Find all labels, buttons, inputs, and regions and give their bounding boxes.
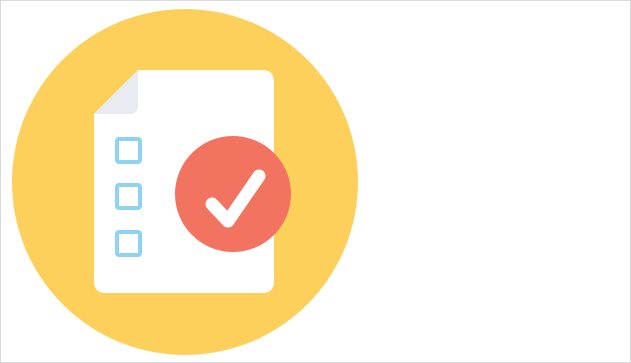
checklist-document-approved-icon — [12, 9, 358, 355]
approval-badge — [175, 136, 291, 252]
check-badge-circle — [175, 136, 291, 252]
